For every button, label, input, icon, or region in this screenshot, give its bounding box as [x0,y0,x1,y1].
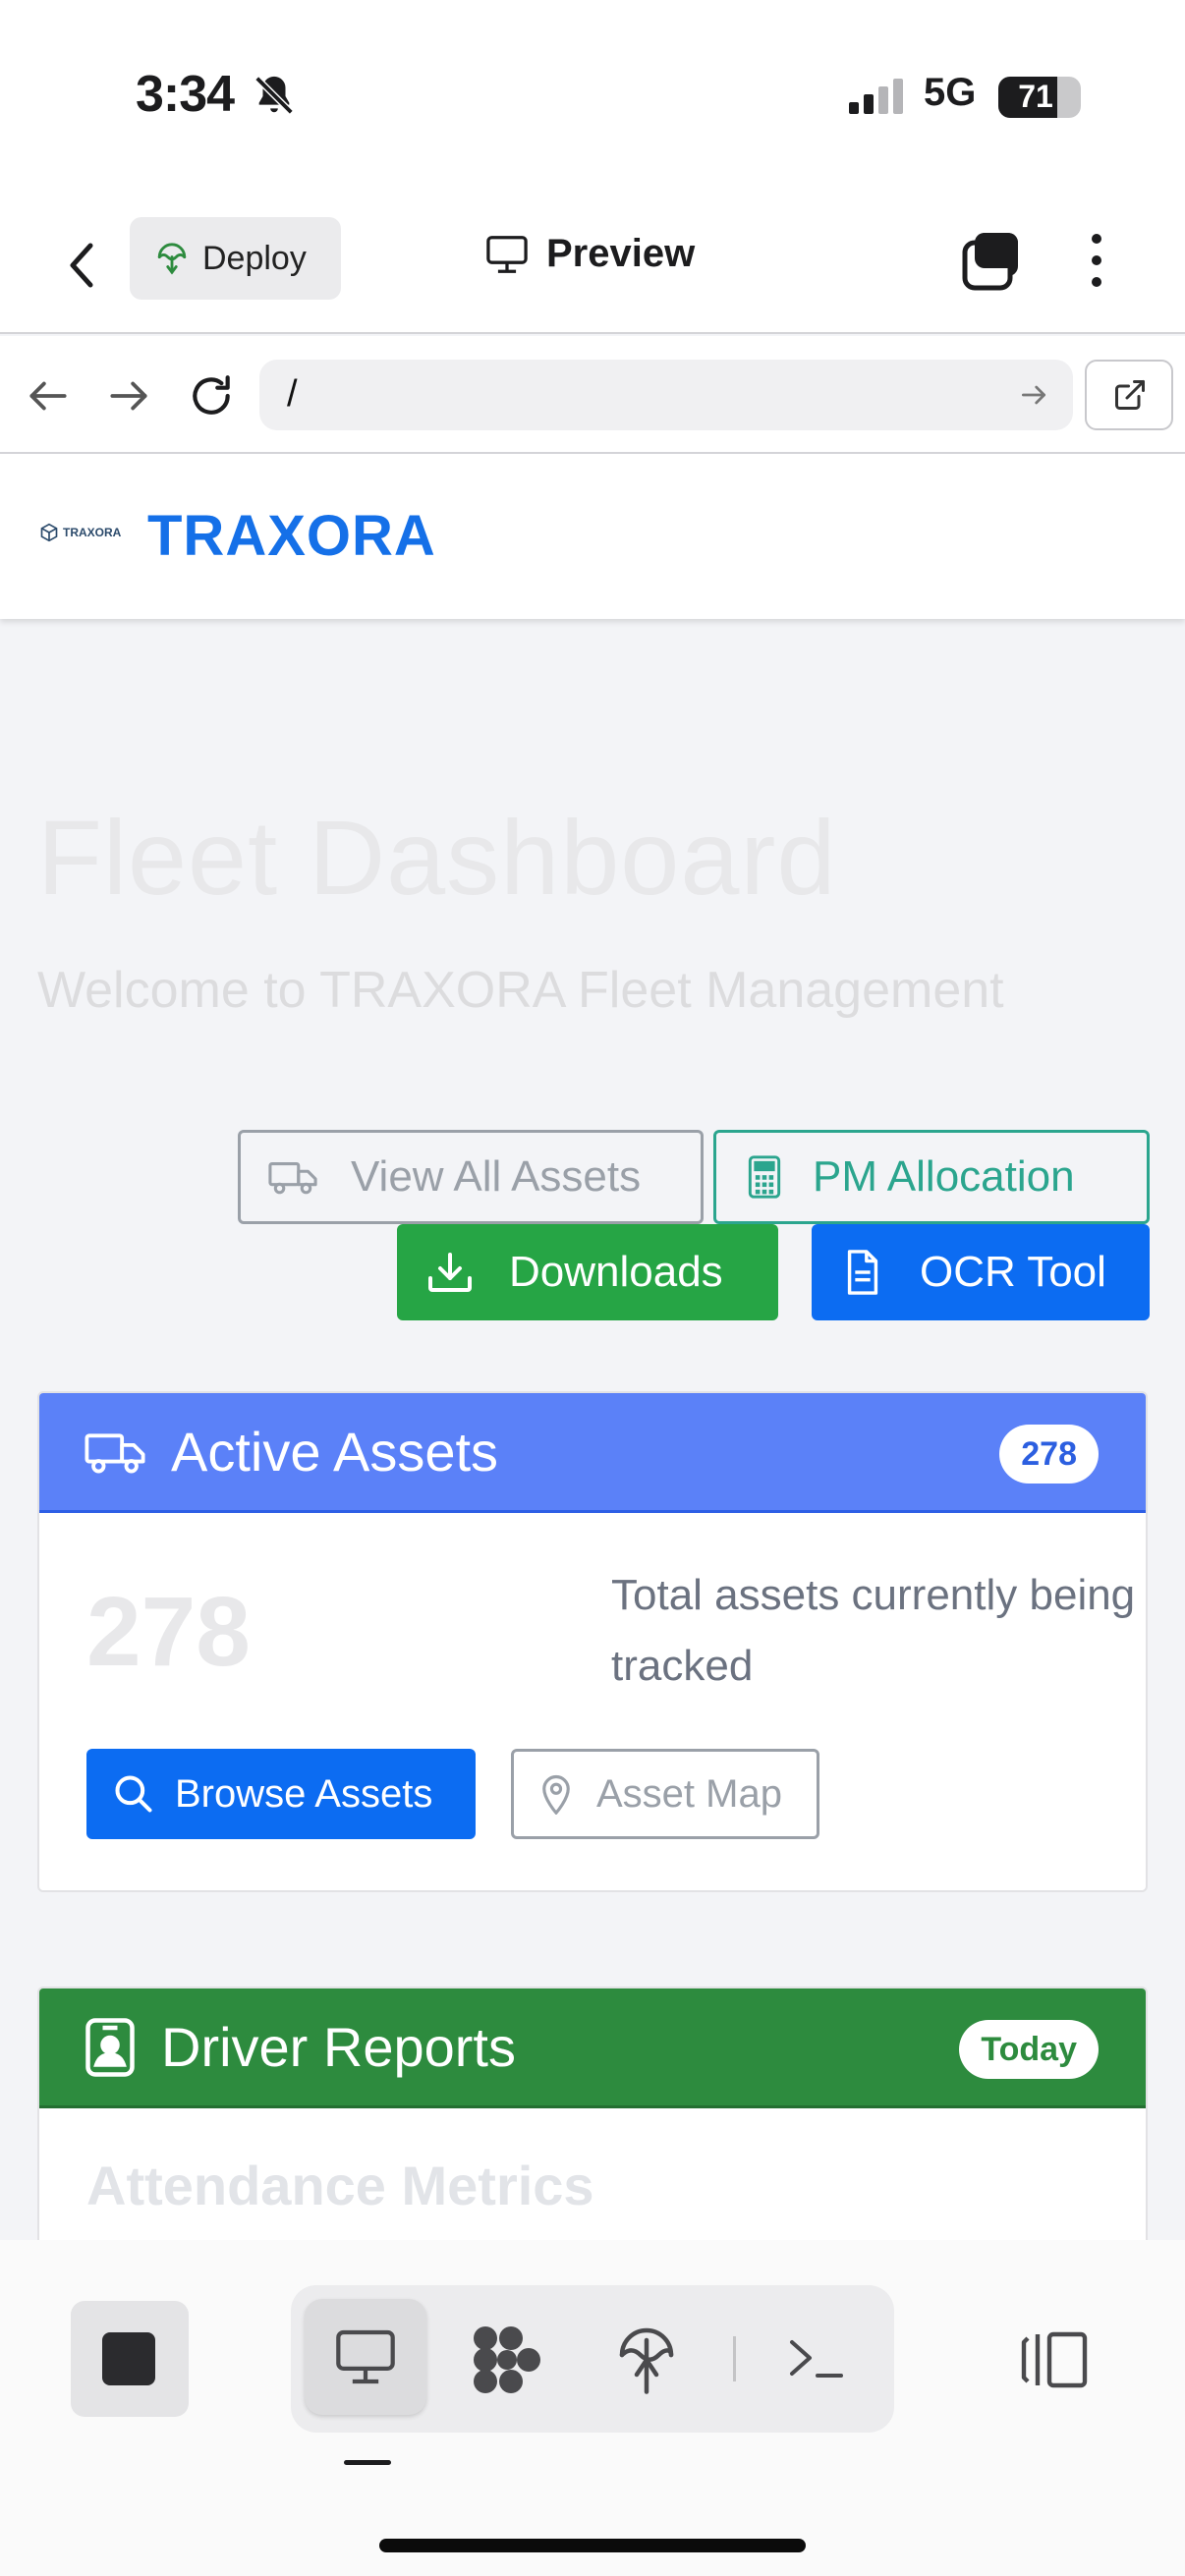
bell-muted-icon [252,73,297,118]
external-link-icon [1112,377,1148,413]
pm-allocation-label: PM Allocation [813,1152,1075,1201]
panel-toggle-icon[interactable] [1020,2330,1091,2389]
logo-text: TRAXORA [63,526,122,539]
dock-tab-group [291,2285,894,2433]
tabs-switcher-icon[interactable] [961,229,1024,292]
bottom-dock [0,2240,1185,2576]
truck-icon [268,1157,317,1197]
browser-bar: / [0,336,1185,454]
open-external-button[interactable] [1085,360,1173,430]
dock-tab-preview[interactable] [305,2299,426,2415]
battery-icon: 71 [998,77,1081,118]
reports-today-badge: Today [959,2020,1099,2079]
driver-reports-card: Driver Reports Today Attendance Metrics [37,1987,1148,2240]
site-logo[interactable]: TRAXORA [39,523,121,542]
page-subtitle: Welcome to TRAXORA Fleet Management [37,962,1004,1019]
terminal-icon[interactable] [786,2336,845,2381]
site-header: TRAXORA TRAXORA [0,454,1185,619]
browse-assets-label: Browse Assets [175,1771,433,1816]
page-title: Fleet Dashboard [37,798,837,917]
browse-assets-button[interactable]: Browse Assets [86,1749,476,1839]
active-tab-indicator [344,2460,391,2465]
asset-map-button[interactable]: Asset Map [511,1749,819,1839]
status-bar: 3:34 5G 71 [0,0,1185,196]
ocr-tool-button[interactable]: OCR Tool [812,1224,1150,1320]
brand-name[interactable]: TRAXORA [147,503,436,569]
deploy-label: Deploy [202,239,307,277]
battery-level: 71 [1018,79,1053,114]
truck-icon [85,1428,145,1476]
assets-description: Total assets currently being tracked [611,1571,1136,1690]
deploy-button[interactable]: Deploy [130,217,341,300]
arrow-left-icon[interactable] [24,371,73,420]
map-pin-icon [539,1773,573,1815]
driver-reports-title: Driver Reports [161,2016,516,2078]
stop-button[interactable] [71,2301,189,2417]
download-icon [426,1251,474,1294]
url-text: / [287,373,298,415]
home-indicator [379,2539,806,2552]
app-toolbar: Deploy Preview [0,196,1185,334]
network-type: 5G [924,71,977,114]
downloads-button[interactable]: Downloads [397,1224,778,1320]
grid-icon[interactable] [470,2324,544,2395]
asset-map-label: Asset Map [596,1771,782,1816]
assets-count-badge: 278 [999,1425,1099,1484]
active-assets-title: Active Assets [171,1421,499,1483]
search-icon [112,1772,155,1816]
id-badge-icon [85,2017,136,2077]
go-arrow-icon[interactable] [1018,379,1049,411]
view-all-assets-button[interactable]: View All Assets [238,1130,704,1224]
driver-reports-header: Driver Reports Today [39,1988,1146,2108]
monitor-icon [334,2328,397,2385]
monitor-icon [485,235,529,274]
arrow-right-icon[interactable] [104,371,153,420]
calculator-icon [748,1155,781,1199]
deploy-icon[interactable] [617,2324,676,2395]
url-input[interactable]: / [259,360,1073,430]
assets-count: 278 [86,1577,251,1687]
pm-allocation-button[interactable]: PM Allocation [713,1130,1150,1224]
reload-icon[interactable] [187,371,236,420]
deploy-icon [155,242,189,275]
document-icon [845,1250,880,1295]
stop-icon [102,2332,155,2385]
active-assets-header: Active Assets 278 [39,1393,1146,1513]
view-all-assets-label: View All Assets [351,1152,642,1201]
preview-title: Preview [485,232,695,276]
signal-icon [847,77,908,116]
ocr-tool-label: OCR Tool [920,1248,1106,1296]
back-button[interactable] [59,236,108,295]
active-assets-card: Active Assets 278 278 Total assets curre… [37,1391,1148,1892]
preview-label: Preview [546,232,696,275]
status-time: 3:34 [136,66,235,123]
downloads-label: Downloads [509,1248,723,1296]
dock-divider [733,2336,736,2381]
web-preview: TRAXORA TRAXORA Fleet Dashboard Welcome … [0,454,1185,2240]
attendance-metrics-title: Attendance Metrics [86,2155,594,2216]
more-options-icon[interactable] [1079,229,1114,292]
